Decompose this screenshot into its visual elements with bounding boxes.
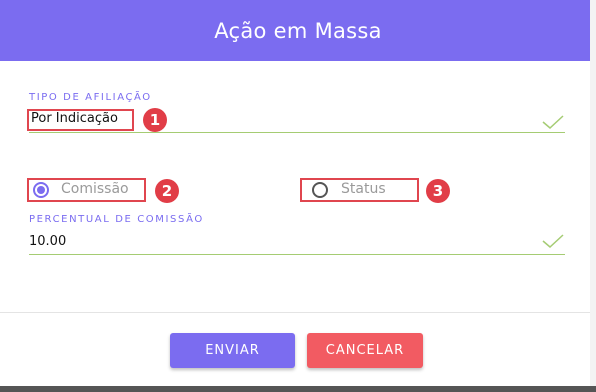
scrollbar-track[interactable] bbox=[590, 0, 596, 386]
commission-label: PERCENTUAL DE COMISSÃO bbox=[29, 214, 204, 225]
affiliation-label: TIPO DE AFILIAÇÃO bbox=[29, 92, 152, 103]
commission-input[interactable]: 10.00 bbox=[27, 229, 565, 255]
annotation-badge-1: 1 bbox=[143, 108, 167, 132]
annotation-box-2 bbox=[27, 178, 146, 202]
bottom-edge bbox=[0, 386, 596, 392]
annotation-badge-2: 2 bbox=[155, 179, 179, 203]
commission-underline bbox=[29, 254, 565, 255]
cancel-button[interactable]: CANCELAR bbox=[307, 333, 423, 368]
submit-button[interactable]: ENVIAR bbox=[170, 333, 295, 368]
modal-header: Ação em Massa bbox=[0, 0, 596, 61]
annotation-box-3 bbox=[300, 178, 419, 202]
annotation-badge-3: 3 bbox=[426, 179, 450, 203]
modal-title: Ação em Massa bbox=[214, 18, 382, 43]
check-icon bbox=[542, 234, 564, 249]
affiliation-underline bbox=[29, 132, 565, 133]
commission-value: 10.00 bbox=[29, 234, 67, 249]
check-icon bbox=[542, 115, 564, 130]
footer-divider bbox=[0, 312, 596, 313]
annotation-box-1 bbox=[27, 109, 134, 131]
